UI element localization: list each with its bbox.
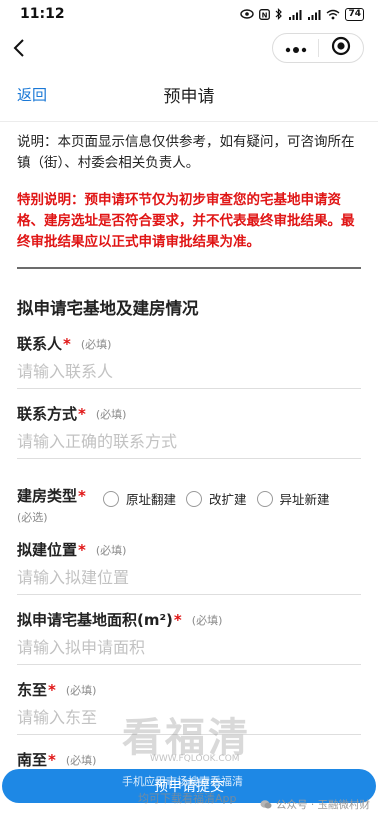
area-input[interactable] xyxy=(17,630,361,665)
close-target-icon[interactable] xyxy=(331,36,351,60)
required-hint: (必选) xyxy=(17,511,48,524)
section-title: 拟申请宅基地及建房情况 xyxy=(17,299,199,318)
notice-text: 说明：本页面显示信息仅供参考，如有疑问，可咨询所在镇（街）、村委会相关负责人。 xyxy=(17,134,355,171)
radio-label: 原址翻建 xyxy=(126,492,177,507)
radio-circle-icon[interactable] xyxy=(186,490,203,507)
required-hint: (必填) xyxy=(80,337,112,351)
watermark-url: WWW.FQLOOK.COM xyxy=(150,754,240,764)
radio-label: 异址新建 xyxy=(279,492,330,507)
field-label: 联系人 xyxy=(17,335,63,353)
required-hint: (必填) xyxy=(65,683,97,697)
nav-bar xyxy=(0,28,378,68)
wechat-icon xyxy=(260,800,272,809)
required-hint: (必填) xyxy=(65,753,97,767)
contact-phone-field: 联系方式 * (必填) xyxy=(17,403,361,459)
page-title: 预申请 xyxy=(163,87,215,107)
radio-circle-icon[interactable] xyxy=(256,490,273,507)
battery-icon: 74 xyxy=(345,7,364,21)
capsule-divider xyxy=(318,39,320,57)
required-hint: (必填) xyxy=(95,543,127,557)
build-type-radio-group: 原址翻建 改扩建 异址新建 xyxy=(103,489,330,508)
bluetooth-icon xyxy=(276,8,283,20)
back-link[interactable]: 返回 xyxy=(17,84,47,105)
required-star: * xyxy=(173,610,182,629)
title-bar: 返回 预申请 xyxy=(0,68,378,122)
required-star: * xyxy=(63,334,71,353)
signal2-icon xyxy=(308,9,321,20)
status-bar: 11:12 N 74 xyxy=(0,0,378,28)
field-label: 建房类型 xyxy=(17,487,78,505)
special-notice: 特别说明：预申请环节仅为初步审查您的宅基地申请资格、建房选址是否符合要求，并不代… xyxy=(17,192,355,250)
radio-label: 改扩建 xyxy=(209,492,247,507)
field-label: 东至 xyxy=(17,681,48,699)
required-star: * xyxy=(78,487,86,505)
field-label: 拟建位置 xyxy=(17,541,78,559)
location-field: 拟建位置 * (必填) xyxy=(17,539,361,595)
radio-new-site[interactable]: 异址新建 xyxy=(256,489,330,508)
footer-account-text: 公众号 · 玉融微村财 xyxy=(275,799,370,811)
radio-expand[interactable]: 改扩建 xyxy=(186,489,247,508)
required-star: * xyxy=(48,750,56,769)
required-star: * xyxy=(78,540,86,559)
watermark-line1: 手机应用市场搜索看福清 xyxy=(122,775,243,788)
radio-circle-icon[interactable] xyxy=(103,490,119,507)
form-content: 说明：本页面显示信息仅供参考，如有疑问，可咨询所在镇（街）、村委会相关负责人。 … xyxy=(0,132,378,770)
field-label: 拟申请宅基地面积(m²) xyxy=(17,611,173,629)
area-field: 拟申请宅基地面积(m²) * (必填) xyxy=(17,609,361,665)
status-icons: N 74 xyxy=(240,7,364,21)
contact-name-field: 联系人 * (必填) xyxy=(17,333,361,389)
mini-program-capsule xyxy=(272,33,364,63)
svg-text:N: N xyxy=(262,11,268,19)
eye-icon xyxy=(240,9,255,19)
required-star: * xyxy=(48,680,56,699)
section-divider xyxy=(17,267,361,269)
required-hint: (必填) xyxy=(191,613,223,627)
required-hint: (必填) xyxy=(95,407,127,421)
radio-rebuild[interactable]: 原址翻建 xyxy=(103,489,176,508)
back-chevron-icon[interactable] xyxy=(12,36,36,60)
more-icon[interactable] xyxy=(285,39,307,58)
wifi-icon xyxy=(327,9,340,19)
location-input[interactable] xyxy=(17,560,361,595)
watermark-line2: 均可下载看福清App xyxy=(138,792,237,805)
field-label: 联系方式 xyxy=(17,405,78,423)
status-time: 11:12 xyxy=(20,6,65,22)
nfc-icon: N xyxy=(259,8,271,20)
footer-account: 公众号 · 玉融微村财 xyxy=(260,797,370,812)
contact-name-input[interactable] xyxy=(17,354,361,389)
required-star: * xyxy=(78,404,86,423)
contact-phone-input[interactable] xyxy=(17,424,361,459)
field-label: 南至 xyxy=(17,751,48,769)
build-type-field: 建房类型* (必选) 原址翻建 改扩建 异址新建 xyxy=(17,485,361,525)
signal-icon xyxy=(289,9,302,20)
